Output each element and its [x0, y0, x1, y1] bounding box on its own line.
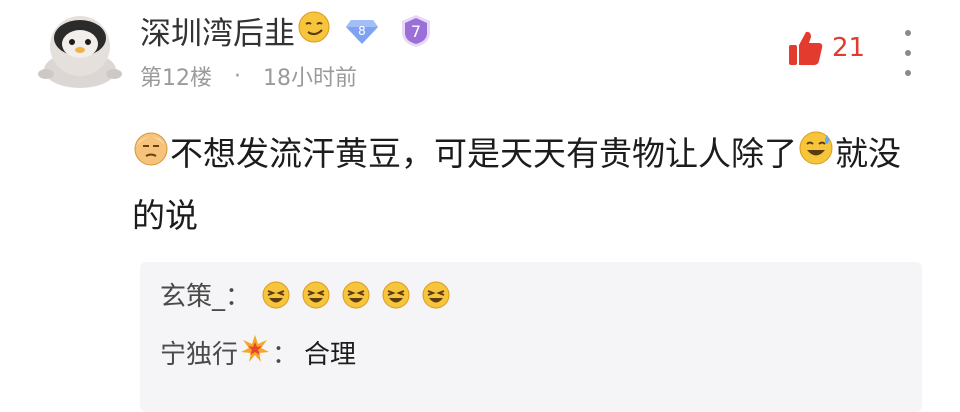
laughing-emoji-icon — [422, 281, 450, 308]
post-time: 18小时前 — [263, 66, 357, 91]
comment-body: 不想发流汗黄豆，可是天天有贵物让人除了 就没的说 — [132, 124, 922, 246]
laughing-emoji-icon — [302, 281, 330, 308]
username-row: 深圳湾后韭 8 7 — [140, 8, 433, 53]
reply-item[interactable]: 玄策_ ： — [160, 276, 451, 313]
like-button[interactable]: 21 — [786, 28, 865, 68]
reply-author[interactable]: 玄策_ — [160, 276, 225, 313]
more-vertical-icon — [905, 30, 911, 36]
diamond-badge-icon: 8 — [346, 19, 378, 44]
smirk-emoji-icon — [297, 10, 331, 52]
penguin-avatar-icon — [38, 16, 122, 88]
avatar[interactable] — [32, 8, 128, 88]
level-badge-text: 8 — [358, 24, 366, 38]
reply-colon: ： — [225, 282, 252, 312]
sweat-smile-emoji-icon — [797, 126, 835, 186]
like-count: 21 — [832, 33, 866, 63]
laughing-emoji-icon — [382, 281, 410, 308]
laughing-emoji-group — [261, 280, 451, 310]
laughing-emoji-icon — [342, 281, 370, 308]
username[interactable]: 深圳湾后韭 — [140, 8, 295, 53]
post-meta: 第12楼 · 18小时前 — [140, 60, 357, 92]
rank-badge-text: 7 — [411, 22, 421, 41]
laughing-emoji-icon — [262, 281, 290, 308]
purple-shield-badge-icon: 7 — [402, 14, 430, 47]
reply-item[interactable]: 宁独行 ： 合理 — [160, 334, 356, 371]
replies-panel[interactable]: 玄策_ ： 宁独行 ： 合理 — [140, 262, 922, 412]
comment-text-part1: 不想发流汗黄豆，可是天天有贵物让人除了 — [170, 134, 797, 173]
reply-author[interactable]: 宁独行 — [160, 334, 238, 371]
meta-separator: · — [234, 63, 241, 89]
rank-badge[interactable]: 7 — [399, 13, 433, 49]
reply-colon: ： — [272, 340, 299, 370]
thumb-up-icon — [789, 31, 823, 65]
more-menu-button[interactable] — [896, 30, 920, 76]
collision-emoji-icon — [240, 334, 270, 371]
level-badge[interactable]: 8 — [345, 16, 379, 46]
old-man-emoji-icon — [132, 126, 170, 186]
floor-number: 第12楼 — [140, 66, 212, 91]
reply-text: 合理 — [304, 340, 357, 370]
